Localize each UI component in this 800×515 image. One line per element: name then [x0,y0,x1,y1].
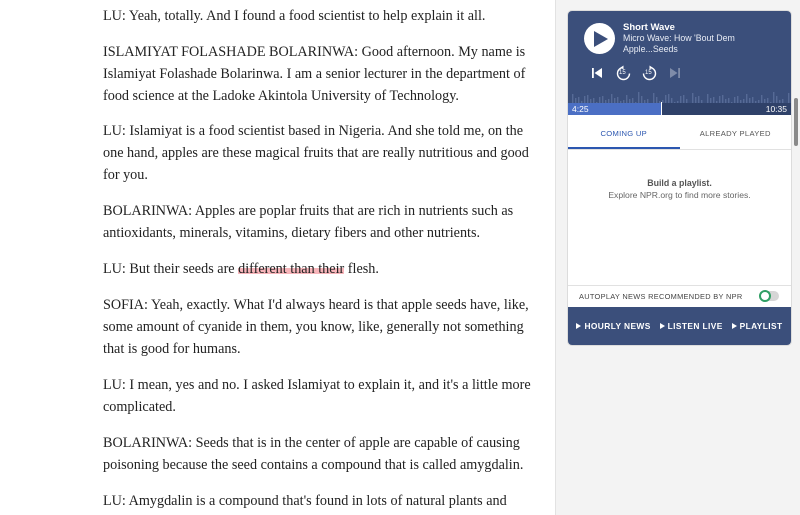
transcript-paragraph: LU: Yeah, totally. And I found a food sc… [103,8,486,24]
skip-next-icon [670,68,680,78]
playlist-label: PLAYLIST [739,321,783,331]
play-icon [594,30,608,47]
toggle-knob [759,290,771,302]
episode-title[interactable]: Micro Wave: How 'Bout Dem Apple...Seeds [623,33,773,55]
forward-seconds: 15 [645,70,652,76]
hourly-news-link[interactable]: HOURLY NEWS [576,321,650,331]
playlist-link[interactable]: PLAYLIST [731,321,783,331]
right-rail: Short Wave Micro Wave: How 'Bout Dem App… [555,0,800,515]
progress-handle[interactable] [661,102,662,115]
transcript-paragraph: LU: Islamiyat is a food scientist based … [103,123,529,183]
transcript-paragraph-highlighted: LU: But their seeds are different than t… [103,258,533,280]
triangle-right-icon [659,323,665,329]
rewind-seconds: 15 [619,70,626,76]
text-after-highlight: flesh. [344,261,379,277]
transcript-paragraph: BOLARINWA: Seeds that is in the center o… [103,435,524,473]
forward-15-button[interactable]: 15 [640,64,658,82]
playlist-tabs: COMING UP ALREADY PLAYED [568,123,791,150]
transcript-paragraph: LU: I mean, yes and no. I asked Islamiya… [103,377,531,415]
show-name[interactable]: Short Wave [623,22,675,33]
tab-coming-up[interactable]: COMING UP [568,123,680,149]
listen-live-link[interactable]: LISTEN LIVE [659,321,723,331]
transcript-paragraph: BOLARINWA: Apples are poplar fruits that… [103,203,514,241]
player-footer: HOURLY NEWS LISTEN LIVE PLAYLIST [568,307,791,345]
skip-back-icon [592,68,602,78]
triangle-right-icon [576,323,582,329]
playlist-empty-text: Explore NPR.org to find more stories. [608,190,751,200]
playlist-empty-title: Build a playlist. [647,178,712,188]
autoplay-row: AUTOPLAY NEWS RECOMMENDED BY NPR [568,285,791,307]
player-header: Short Wave Micro Wave: How 'Bout Dem App… [568,11,791,115]
hourly-news-label: HOURLY NEWS [584,321,651,331]
elapsed-time: 4:25 [572,104,589,114]
highlighted-text[interactable]: different than their [238,261,345,277]
listen-live-label: LISTEN LIVE [667,321,723,331]
play-button[interactable] [584,23,615,54]
audio-player: Short Wave Micro Wave: How 'Bout Dem App… [568,11,791,345]
transcript-paragraph: LU: Amygdalin is a compound that's found… [103,493,507,509]
autoplay-toggle[interactable] [759,290,779,302]
total-time: 10:35 [765,104,787,114]
transcript-paragraph: SOFIA: Yeah, exactly. What I'd always he… [103,297,529,357]
transcript-column: LU: Yeah, totally. And I found a food sc… [0,0,555,515]
rewind-15-button[interactable]: 15 [614,64,632,82]
autoplay-label: AUTOPLAY NEWS RECOMMENDED BY NPR [579,292,743,301]
skip-back-button[interactable] [588,64,606,82]
triangle-right-icon [731,323,737,329]
skip-next-button[interactable] [666,64,684,82]
transcript-paragraph: ISLAMIYAT FOLASHADE BOLARINWA: Good afte… [103,44,526,104]
scrollbar[interactable] [794,98,798,146]
text-before-highlight: LU: But their seeds are [103,261,239,277]
tab-already-played[interactable]: ALREADY PLAYED [680,123,792,149]
player-controls: 15 15 [588,64,684,82]
